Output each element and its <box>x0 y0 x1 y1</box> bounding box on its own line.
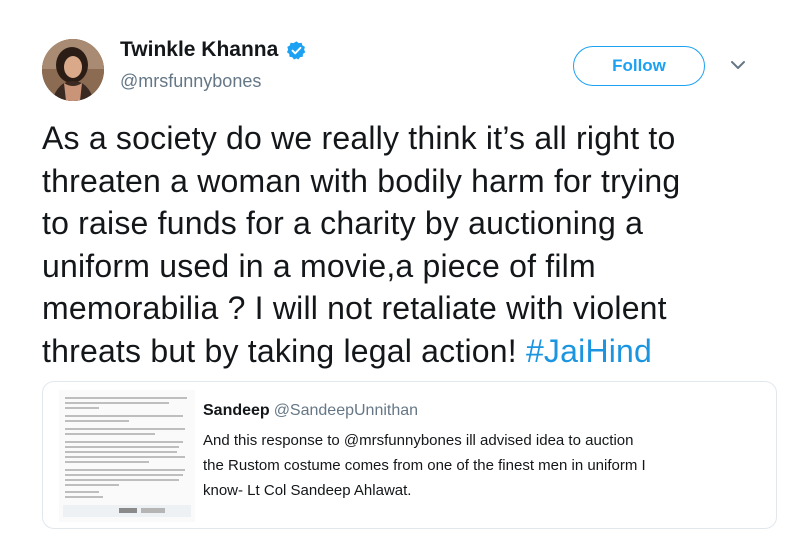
tweet-line: uniform used in a movie,a piece of film <box>42 247 596 284</box>
quoted-author-handle[interactable]: @SandeepUnnithan <box>274 402 418 419</box>
quoted-author: Sandeep @SandeepUnnithan <box>203 402 418 420</box>
tweet-line-text: threats but by taking legal action! <box>42 332 526 369</box>
quoted-line: And this response to @mrsfunnybones ill … <box>203 432 634 449</box>
tweet-line: threats but by taking legal action! #Jai… <box>42 330 772 373</box>
profile-photo <box>42 39 104 101</box>
author-name-row: Twinkle Khanna <box>120 38 307 62</box>
quoted-line: the Rustom costume comes from one of the… <box>203 457 646 474</box>
tweet-line: memorabilia ? I will not retaliate with … <box>42 290 667 326</box>
letter-screenshot-thumbnail[interactable] <box>59 390 195 522</box>
quoted-line: know- Lt Col Sandeep Ahlawat. <box>203 482 412 499</box>
quoted-tweet-text: And this response to @mrsfunnybones ill … <box>203 428 763 503</box>
hashtag-link[interactable]: #JaiHind <box>526 333 652 369</box>
quoted-tweet-card[interactable]: Sandeep @SandeepUnnithan And this respons… <box>42 381 777 529</box>
chevron-down-icon[interactable] <box>729 58 747 72</box>
author-display-name[interactable]: Twinkle Khanna <box>120 38 278 62</box>
verified-badge-icon <box>286 40 307 61</box>
author-handle[interactable]: @mrsfunnybones <box>120 71 261 92</box>
avatar[interactable] <box>42 39 104 101</box>
quoted-author-name[interactable]: Sandeep <box>203 402 270 419</box>
follow-button[interactable]: Follow <box>573 46 705 86</box>
tweet-text: As a society do we really think it’s all… <box>42 117 772 372</box>
tweet-line: As a society do we really think it’s all… <box>42 120 676 156</box>
tweet-line: to raise funds for a charity by auctioni… <box>42 205 644 241</box>
tweet-line: threaten a woman with bodily harm for tr… <box>42 162 681 199</box>
